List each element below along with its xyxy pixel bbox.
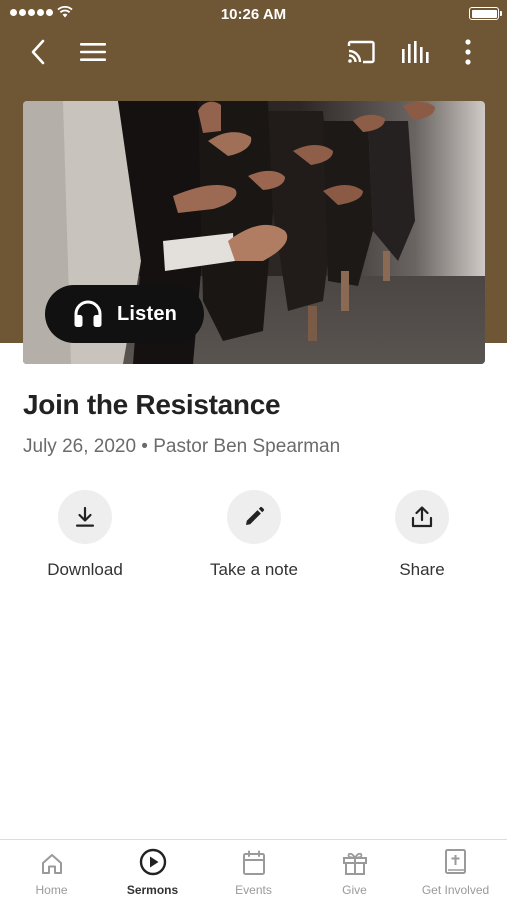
tab-sermons[interactable]: Sermons bbox=[102, 840, 203, 900]
sermon-title: Join the Resistance bbox=[23, 389, 281, 420]
take-note-button[interactable]: Take a note bbox=[174, 490, 334, 580]
sermon-meta: July 26, 2020 • Pastor Ben Spearman bbox=[23, 436, 341, 457]
tab-give-label: Give bbox=[342, 883, 367, 897]
sermon-actions: Download Take a note Share bbox=[0, 490, 507, 590]
share-button[interactable]: Share bbox=[342, 490, 502, 580]
play-circle-icon bbox=[139, 848, 166, 876]
hamburger-menu-icon bbox=[80, 43, 106, 61]
tab-events-label: Events bbox=[235, 883, 272, 897]
download-icon bbox=[76, 506, 94, 527]
share-label: Share bbox=[399, 560, 445, 579]
more-options-button[interactable] bbox=[450, 36, 486, 68]
nav-bar bbox=[0, 28, 507, 76]
tab-give[interactable]: Give bbox=[304, 840, 405, 900]
tab-get-involved-label: Get Involved bbox=[421, 883, 490, 897]
cast-icon bbox=[347, 40, 375, 64]
listen-label: Listen bbox=[117, 302, 178, 325]
listen-button[interactable]: Listen bbox=[45, 285, 204, 343]
tab-get-involved[interactable]: Get Involved bbox=[405, 840, 506, 900]
gift-icon bbox=[342, 852, 367, 875]
home-icon bbox=[41, 854, 62, 874]
take-note-circle bbox=[227, 490, 281, 544]
status-bar: 10:26 AM bbox=[0, 0, 507, 28]
audio-button[interactable] bbox=[397, 36, 433, 68]
chevron-left-icon bbox=[31, 39, 45, 65]
share-circle bbox=[395, 490, 449, 544]
sermon-hero-image: Listen bbox=[23, 101, 485, 364]
back-button[interactable] bbox=[20, 36, 56, 68]
share-icon bbox=[411, 506, 433, 528]
cast-button[interactable] bbox=[343, 36, 379, 68]
more-vertical-icon bbox=[465, 39, 471, 65]
download-label: Download bbox=[47, 560, 123, 579]
bible-icon bbox=[444, 849, 466, 874]
bottom-tab-bar: Home Sermons Events Give Get Involved bbox=[0, 839, 507, 900]
tab-events[interactable]: Events bbox=[203, 840, 304, 900]
audio-levels-icon bbox=[402, 41, 429, 63]
pencil-icon bbox=[246, 506, 265, 525]
tab-sermons-label: Sermons bbox=[126, 883, 179, 897]
tab-home[interactable]: Home bbox=[1, 840, 102, 900]
download-circle bbox=[58, 490, 112, 544]
calendar-icon bbox=[242, 850, 265, 875]
battery-icon bbox=[469, 7, 502, 20]
headphones-icon bbox=[74, 300, 102, 327]
take-note-label: Take a note bbox=[210, 560, 298, 579]
status-time: 10:26 AM bbox=[220, 6, 287, 23]
menu-button[interactable] bbox=[75, 36, 111, 68]
download-button[interactable]: Download bbox=[5, 490, 165, 580]
tab-home-label: Home bbox=[35, 883, 68, 897]
